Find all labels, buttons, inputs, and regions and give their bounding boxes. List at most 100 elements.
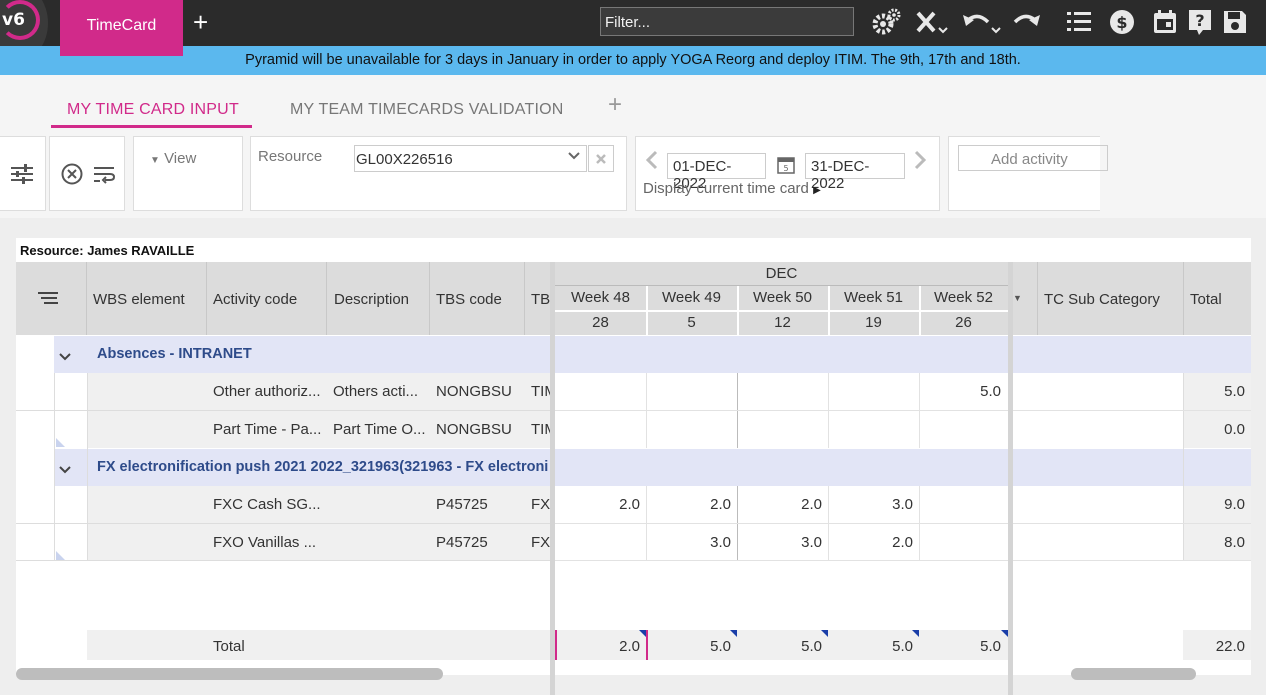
add-page-tab-button[interactable]: +: [608, 91, 622, 119]
horizontal-scrollbar-right[interactable]: [1071, 668, 1196, 680]
app-tab-timecard[interactable]: TimeCard: [60, 0, 183, 56]
week-49-cell[interactable]: 2.0: [671, 496, 731, 513]
col-tbs-code[interactable]: TBS code: [436, 291, 502, 308]
week-48-label: Week 48: [571, 289, 630, 306]
week-50-cell[interactable]: 3.0: [762, 534, 822, 551]
horizontal-scrollbar-left[interactable]: [16, 668, 443, 680]
week-49-total: 5.0: [710, 638, 731, 655]
view-box: ▼ View: [133, 136, 243, 211]
week-52-cell[interactable]: 5.0: [941, 383, 1001, 400]
week-52-day: 26: [955, 314, 972, 331]
svg-text:5: 5: [783, 164, 788, 173]
right-header: ▼ TC Sub Category Total: [1013, 262, 1251, 335]
week-50-total: 5.0: [801, 638, 822, 655]
tab-my-time-card-input[interactable]: MY TIME CARD INPUT: [67, 101, 239, 119]
activity-code-cell: Other authoriz...: [213, 383, 321, 400]
tbs-code-cell: P45725: [436, 496, 488, 513]
add-activity-box: Add activity: [948, 136, 1108, 211]
clear-box: [49, 136, 125, 211]
left-header: WBS element Activity code Description TB…: [16, 262, 550, 335]
week-51-label: Week 51: [844, 289, 903, 306]
list-icon[interactable]: [1064, 7, 1094, 37]
previous-period-icon[interactable]: [645, 150, 659, 173]
save-icon[interactable]: [1221, 7, 1249, 37]
close-icon: [596, 153, 606, 164]
week-51-total: 5.0: [892, 638, 913, 655]
display-current-timecard-link[interactable]: Display current time card ▶: [643, 180, 821, 197]
view-dropdown[interactable]: ▼ View: [150, 150, 196, 167]
chevron-down-icon: [567, 149, 581, 167]
start-date-input[interactable]: 01-DEC-2022: [667, 153, 766, 192]
col-tc-sub-category[interactable]: TC Sub Category: [1044, 291, 1160, 308]
table-row[interactable]: Other authoriz... Others acti... NONGBSU…: [87, 373, 550, 410]
description-cell: Others acti...: [333, 383, 419, 400]
end-date-input[interactable]: 31-DEC-2022: [805, 153, 905, 192]
date-range-box: 01-DEC-2022 5 31-DEC-2022 Display curren…: [635, 136, 940, 211]
gears-icon[interactable]: [868, 7, 904, 37]
tbs-code-cell: NONGBSU: [436, 383, 512, 400]
week-52-label: Week 52: [934, 289, 993, 306]
week-52-total: 5.0: [980, 638, 1001, 655]
undo-icon[interactable]: [960, 7, 1004, 37]
sliders-icon[interactable]: [11, 164, 33, 187]
col-description[interactable]: Description: [334, 291, 409, 308]
week-50-cell[interactable]: 2.0: [762, 496, 822, 513]
week-values-group-2: 2.0 2.0 2.0 3.0 3.0 3.0 2.0: [555, 486, 1008, 561]
table-row[interactable]: Part Time - Pa... Part Time O... NONGBSU…: [87, 411, 550, 448]
week-49-day: 5: [687, 314, 696, 331]
toolbar: ▼ View Resource GL00X226516 01-DEC-2022 …: [0, 128, 1266, 218]
wrap-lines-icon[interactable]: [92, 165, 116, 188]
week-51-cell[interactable]: 2.0: [853, 534, 913, 551]
clear-filter-icon[interactable]: [914, 7, 952, 37]
redo-icon[interactable]: [1011, 7, 1043, 37]
col-tb[interactable]: TB: [531, 291, 550, 308]
page-tabs: MY TIME CARD INPUT MY TEAM TIMECARDS VAL…: [0, 75, 1266, 128]
col-wbs-element[interactable]: WBS element: [93, 291, 185, 308]
next-period-icon[interactable]: [913, 150, 927, 173]
tb-cell: FXC: [531, 496, 550, 513]
filter-input[interactable]: Filter...: [600, 7, 854, 36]
group-row[interactable]: Absences - INTRANET: [54, 336, 550, 373]
week-49-label: Week 49: [662, 289, 721, 306]
svg-text:?: ?: [1195, 11, 1204, 30]
group-label: FX electronification push 2021 2022_3219…: [97, 459, 549, 475]
group-row[interactable]: FX electronification push 2021 2022_3219…: [54, 449, 550, 486]
month-label: DEC: [765, 265, 798, 282]
add-activity-input[interactable]: Add activity: [958, 145, 1108, 171]
row-total-cell: 9.0: [1224, 496, 1245, 513]
help-icon[interactable]: ?: [1186, 7, 1214, 37]
week-48-day: 28: [592, 314, 609, 331]
grand-total: 22.0: [1183, 630, 1251, 660]
chevron-down-icon[interactable]: [59, 462, 71, 478]
column-menu-icon[interactable]: [38, 291, 58, 307]
logo-text: v6: [2, 10, 25, 30]
table-row[interactable]: FXC Cash SG... P45725 FXC: [87, 486, 550, 523]
tbs-code-cell: P45725: [436, 534, 488, 551]
totals-label: Total: [213, 638, 245, 655]
row-total-cell: 0.0: [1224, 421, 1245, 438]
week-48-cell[interactable]: 2.0: [580, 496, 640, 513]
week-51-cell[interactable]: 3.0: [853, 496, 913, 513]
description-cell: Part Time O...: [333, 421, 426, 438]
resource-title: Resource: James RAVAILLE: [16, 238, 1251, 262]
svg-text:$: $: [1116, 13, 1127, 32]
add-tab-button[interactable]: +: [193, 8, 208, 36]
resource-select[interactable]: GL00X226516: [354, 145, 587, 172]
table-row[interactable]: FXO Vanillas ... P45725 FXC: [87, 524, 550, 561]
clear-circle-icon[interactable]: [60, 162, 84, 189]
tab-my-team-timecards-validation[interactable]: MY TEAM TIMECARDS VALIDATION: [290, 101, 564, 119]
grand-total-value: 22.0: [1215, 638, 1245, 655]
row-total-cell: 5.0: [1224, 383, 1245, 400]
clear-resource-button[interactable]: [588, 145, 614, 172]
week-49-cell[interactable]: 3.0: [671, 534, 731, 551]
chevron-down-icon[interactable]: [59, 349, 71, 365]
currency-icon[interactable]: $: [1106, 7, 1138, 37]
calendar-icon[interactable]: [1149, 7, 1181, 37]
col-total[interactable]: Total: [1190, 291, 1222, 308]
calendar-picker-icon[interactable]: 5: [777, 156, 795, 177]
week-51-day: 19: [865, 314, 882, 331]
row-total-cell: 8.0: [1224, 534, 1245, 551]
week-values-group-1: 5.0: [555, 373, 1008, 448]
week-totals: 2.0 5.0 5.0 5.0 5.0: [555, 630, 1008, 660]
col-activity-code[interactable]: Activity code: [213, 291, 297, 308]
